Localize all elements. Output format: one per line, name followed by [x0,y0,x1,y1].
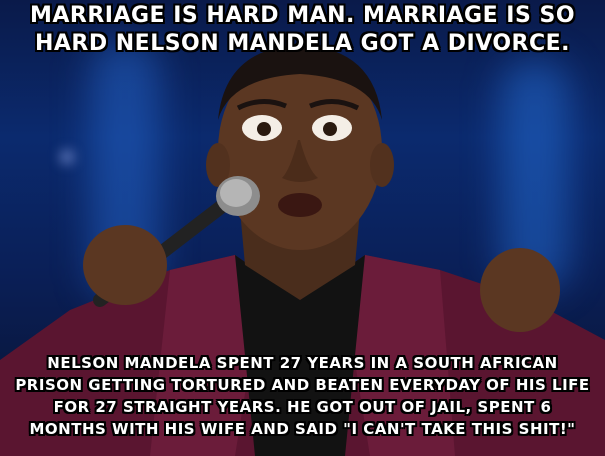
mouth [278,193,322,217]
meme-image: MARRIAGE IS HARD MAN. MARRIAGE IS SO HAR… [0,0,605,456]
right-hand [480,248,560,332]
bottom-caption-line: NELSON MANDELA SPENT 27 YEARS IN A SOUTH… [47,354,558,372]
top-caption-line: HARD NELSON MANDELA GOT A DIVORCE. [34,31,571,56]
bottom-caption-line: PRISON GETTING TORTURED AND BEATEN EVERY… [15,376,590,394]
left-hand [83,225,167,305]
bottom-caption-line: MONTHS WITH HIS WIFE AND SAID "I CAN'T T… [29,420,576,438]
top-caption: MARRIAGE IS HARD MAN. MARRIAGE IS SO HAR… [0,2,605,58]
bottom-caption: NELSON MANDELA SPENT 27 YEARS IN A SOUTH… [0,352,605,440]
top-caption-line: MARRIAGE IS HARD MAN. MARRIAGE IS SO [29,3,576,28]
bottom-caption-line: FOR 27 STRAIGHT YEARS. HE GOT OUT OF JAI… [53,398,552,416]
